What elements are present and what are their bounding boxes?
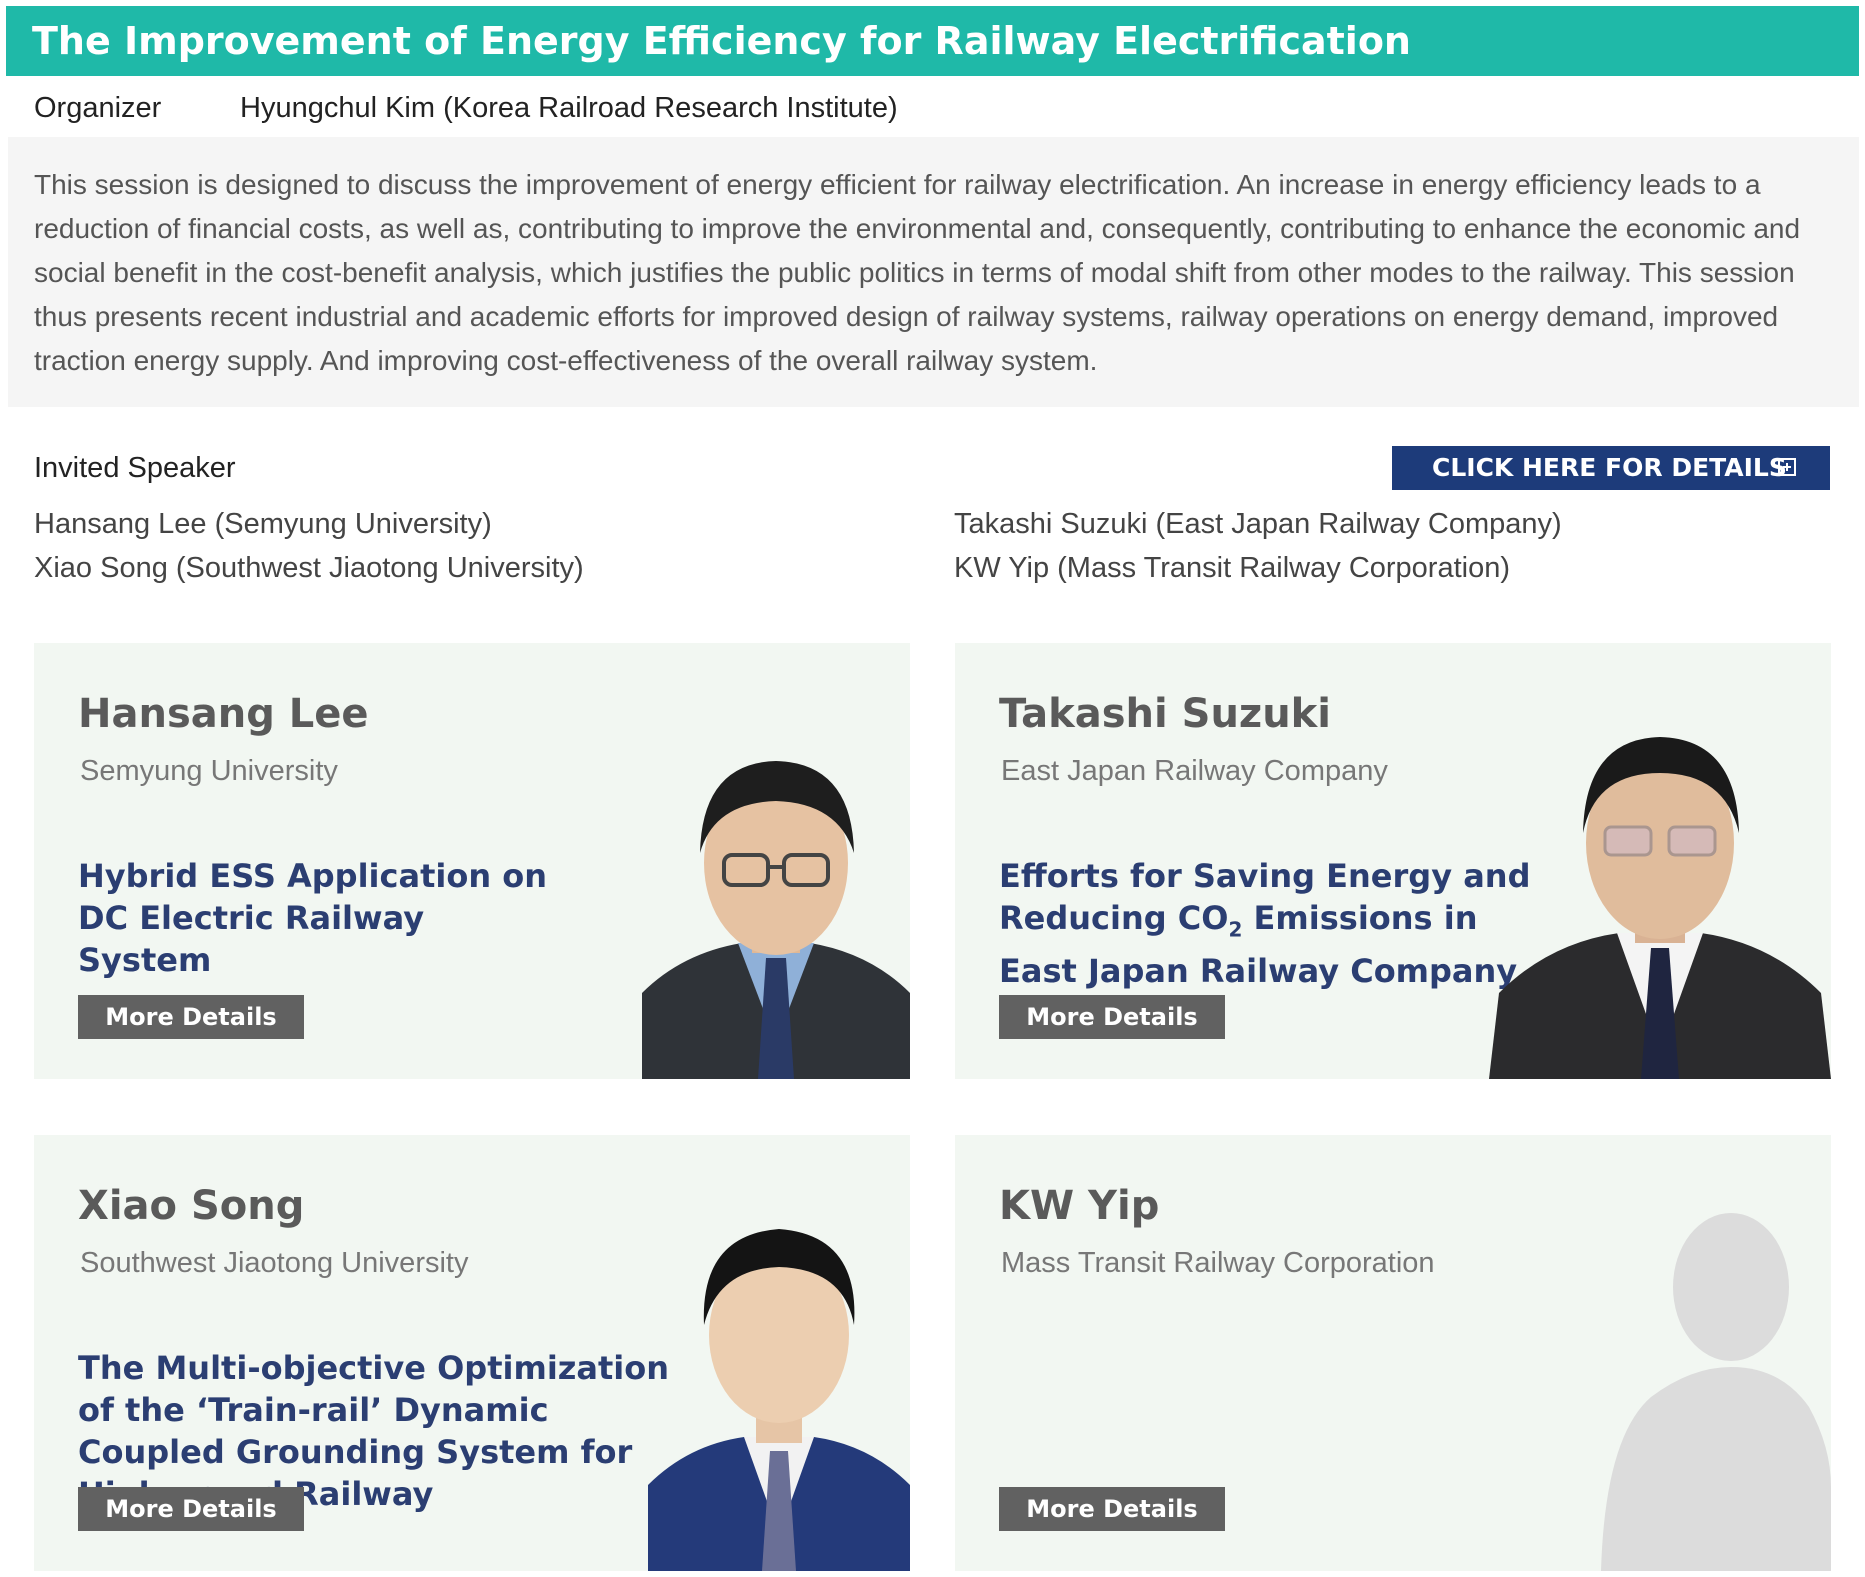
details-button-label: CLICK HERE FOR DETAILS	[1432, 453, 1787, 482]
speaker-name: KW Yip	[999, 1183, 1160, 1229]
speaker-card-takashi-suzuki: Takashi Suzuki East Japan Railway Compan…	[955, 643, 1831, 1079]
organizer-label: Organizer	[34, 92, 162, 124]
speaker-list-right: Takashi Suzuki (East Japan Railway Compa…	[954, 502, 1562, 590]
speaker-card-kw-yip: KW Yip Mass Transit Railway Corporation …	[955, 1135, 1831, 1571]
speaker-photo	[642, 743, 910, 1079]
plus-box-icon	[1778, 458, 1796, 476]
speaker-list-left: Hansang Lee (Semyung University) Xiao So…	[34, 502, 584, 590]
speaker-list-item: Hansang Lee (Semyung University)	[34, 508, 492, 540]
session-description: This session is designed to discuss the …	[8, 137, 1859, 407]
speaker-name: Hansang Lee	[78, 691, 369, 737]
speaker-affiliation: East Japan Railway Company	[1001, 755, 1388, 787]
talk-title-segment: Reducing CO	[999, 899, 1229, 937]
more-details-button[interactable]: More Details	[999, 1487, 1225, 1531]
speaker-card-xiao-song: Xiao Song Southwest Jiaotong University …	[34, 1135, 910, 1571]
speaker-list-item: Takashi Suzuki (East Japan Railway Compa…	[954, 508, 1562, 540]
more-details-button[interactable]: More Details	[78, 995, 304, 1039]
invited-speaker-label: Invited Speaker	[34, 452, 236, 484]
speaker-photo	[1489, 723, 1831, 1079]
speaker-affiliation: Southwest Jiaotong University	[80, 1247, 469, 1279]
talk-title: Hybrid ESS Application on DC Electric Ra…	[78, 857, 548, 979]
speaker-name: Xiao Song	[78, 1183, 305, 1229]
more-details-button[interactable]: More Details	[999, 995, 1225, 1039]
speaker-photo	[648, 1215, 910, 1571]
talk-title-segment: Emissions in	[1242, 899, 1478, 937]
subscript: 2	[1228, 917, 1243, 942]
speaker-affiliation: Mass Transit Railway Corporation	[1001, 1247, 1435, 1279]
speaker-name: Takashi Suzuki	[999, 691, 1331, 737]
speaker-affiliation: Semyung University	[80, 755, 338, 787]
organizer-name: Hyungchul Kim (Korea Railroad Research I…	[240, 92, 898, 124]
placeholder-silhouette-icon	[1581, 1207, 1831, 1571]
more-details-button[interactable]: More Details	[78, 1487, 304, 1531]
speaker-card-hansang-lee: Hansang Lee Semyung University Hybrid ES…	[34, 643, 910, 1079]
click-here-for-details-button[interactable]: CLICK HERE FOR DETAILS	[1392, 446, 1830, 490]
speaker-list-item: Xiao Song (Southwest Jiaotong University…	[34, 552, 584, 584]
session-title: The Improvement of Energy Efficiency for…	[6, 6, 1859, 76]
speaker-list-item: KW Yip (Mass Transit Railway Corporation…	[954, 552, 1510, 584]
